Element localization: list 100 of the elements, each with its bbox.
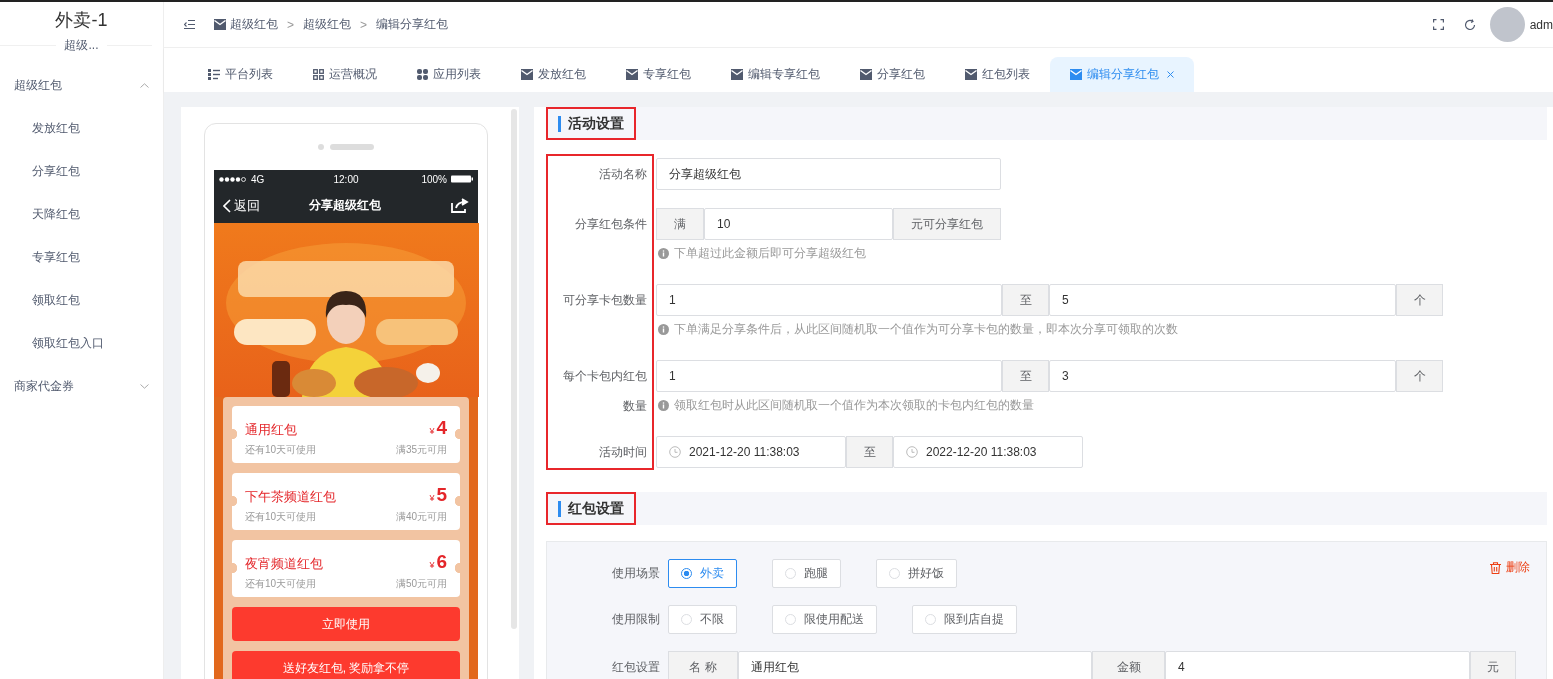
menu-item[interactable]: 分享红包 <box>32 163 80 180</box>
field-label: 使用限制 <box>612 612 660 626</box>
accent-bar <box>558 500 561 517</box>
menu-item[interactable]: 专享红包 <box>32 249 80 266</box>
radio-option[interactable]: 外卖 <box>668 559 737 588</box>
delete-button[interactable]: 删除 <box>1490 559 1530 576</box>
battery-level: 100% <box>421 173 447 185</box>
breadcrumb-separator: > <box>287 17 294 32</box>
tab[interactable]: 运营概况 <box>293 57 397 92</box>
refresh-icon[interactable] <box>1463 18 1476 31</box>
network-type: 4G <box>251 173 265 185</box>
tab[interactable]: 平台列表 <box>188 57 293 92</box>
text-field[interactable]: 10 <box>704 208 893 240</box>
text-field[interactable]: 分享超级红包 <box>656 158 1001 190</box>
menu-item[interactable]: 天降红包 <box>32 206 80 223</box>
field-label: 可分享卡包数量 <box>563 293 647 307</box>
text-field[interactable]: 5 <box>1049 284 1396 316</box>
help-text: 领取红包时从此区间随机取一个值作为本次领取的卡包内红包的数量 <box>674 396 1034 414</box>
breadcrumb-link[interactable]: 超级红包 <box>303 16 351 33</box>
section-title: 红包设置 <box>568 499 624 518</box>
text-field[interactable]: 4 <box>1165 651 1470 679</box>
back-button[interactable]: 返回 <box>223 196 260 215</box>
menu-item[interactable]: 领取红包入口 <box>32 335 104 352</box>
text-field[interactable]: 2021-12-20 11:38:03 <box>656 436 846 468</box>
menu-group[interactable]: 商家代金券 <box>0 365 163 408</box>
field-suffix: 元 <box>1470 651 1516 679</box>
share-icon[interactable] <box>451 198 469 213</box>
envelope-icon <box>626 69 638 80</box>
breadcrumb-link[interactable]: 超级红包 <box>230 16 278 33</box>
chevron-left-icon <box>223 198 231 213</box>
field-prefix: 满 <box>656 208 704 240</box>
tab[interactable]: 红包列表 <box>945 57 1050 92</box>
radio-option[interactable]: 限到店自提 <box>912 605 1017 634</box>
scrollbar-thumb[interactable] <box>511 109 517 629</box>
apps-icon <box>417 69 428 80</box>
battery-icon <box>451 175 473 183</box>
radio-option[interactable]: 跑腿 <box>772 559 841 588</box>
grid-icon <box>313 69 324 80</box>
currency-sign: ¥ <box>429 560 435 570</box>
fullscreen-icon[interactable] <box>1432 19 1444 30</box>
section-title: 活动设置 <box>568 114 624 133</box>
help-text: 下单超过此金额后即可分享超级红包 <box>674 244 866 262</box>
field-prefix: 名 称 <box>668 651 738 679</box>
field-suffix: 个 <box>1396 360 1443 392</box>
coupon-amount: 6 <box>436 551 447 573</box>
info-icon <box>658 247 669 259</box>
field-label: 活动时间 <box>599 445 647 459</box>
help-text: 下单满足分享条件后，从此区间随机取一个值作为可分享卡包的数量，即本次分享可领取的次数 <box>674 320 1178 338</box>
field-label: 红包设置 <box>612 659 660 674</box>
breadcrumb-separator: > <box>360 17 368 32</box>
tab[interactable]: 发放红包 <box>501 57 606 92</box>
currency-sign: ¥ <box>429 493 435 503</box>
range-separator: 至 <box>1002 284 1049 316</box>
tab[interactable]: 专享红包 <box>606 57 711 92</box>
page-title: 分享超级红包 <box>307 197 382 214</box>
coupon-name: 通用红包 <box>245 421 297 439</box>
tab[interactable]: 编辑专享红包 <box>711 57 840 92</box>
text-field[interactable]: 2022-12-20 11:38:03 <box>893 436 1083 468</box>
action-button[interactable]: 送好友红包, 奖励拿不停 <box>232 651 460 679</box>
field-suffix: 个 <box>1396 284 1443 316</box>
field-suffix: 元可分享红包 <box>893 208 1001 240</box>
coupon-validity: 还有10天可使用 <box>245 577 317 591</box>
camera-dot <box>318 144 324 150</box>
info-icon <box>658 323 669 335</box>
close-icon[interactable] <box>1167 71 1174 78</box>
radio-option[interactable]: 拼好饭 <box>876 559 957 588</box>
tab[interactable]: 应用列表 <box>397 57 501 92</box>
field-label: 活动名称 <box>599 167 647 181</box>
action-button[interactable]: 立即使用 <box>232 607 460 641</box>
collapse-menu-icon[interactable] <box>184 20 195 29</box>
coupon-validity: 还有10天可使用 <box>245 510 317 524</box>
envelope-icon <box>214 19 226 30</box>
coupon-condition: 满35元可用 <box>395 443 447 457</box>
menu-item[interactable]: 领取红包 <box>32 292 80 309</box>
text-field[interactable]: 3 <box>1049 360 1396 392</box>
text-field[interactable]: 1 <box>656 284 1002 316</box>
field-label: 每个卡包内红包数量 <box>563 369 647 413</box>
menu-group[interactable]: 超级红包 <box>0 64 163 107</box>
radio-option[interactable]: 限使用配送 <box>772 605 877 634</box>
coupon-name: 夜宵频道红包 <box>245 555 323 573</box>
coupon-amount: 4 <box>436 417 447 439</box>
range-separator: 至 <box>1002 360 1049 392</box>
signal-icon <box>219 176 247 182</box>
coupon-amount: 5 <box>436 484 447 506</box>
radio-option[interactable]: 不限 <box>668 605 737 634</box>
text-field[interactable]: 通用红包 <box>738 651 1092 679</box>
envelope-icon <box>965 69 977 80</box>
coupon-condition: 满50元可用 <box>395 577 447 591</box>
info-icon <box>658 399 669 411</box>
menu-item[interactable]: 发放红包 <box>32 120 80 137</box>
user-name[interactable]: adm <box>1529 17 1553 32</box>
breadcrumb-link[interactable]: 编辑分享红包 <box>376 16 449 33</box>
text-field[interactable]: 1 <box>656 360 1002 392</box>
accent-bar <box>558 115 561 132</box>
currency-sign: ¥ <box>429 426 435 436</box>
field-label: 分享红包条件 <box>575 217 647 231</box>
speaker-slot <box>330 144 374 150</box>
status-time: 12:00 <box>333 173 359 185</box>
tab[interactable]: 分享红包 <box>840 57 945 92</box>
range-separator: 至 <box>846 436 893 468</box>
